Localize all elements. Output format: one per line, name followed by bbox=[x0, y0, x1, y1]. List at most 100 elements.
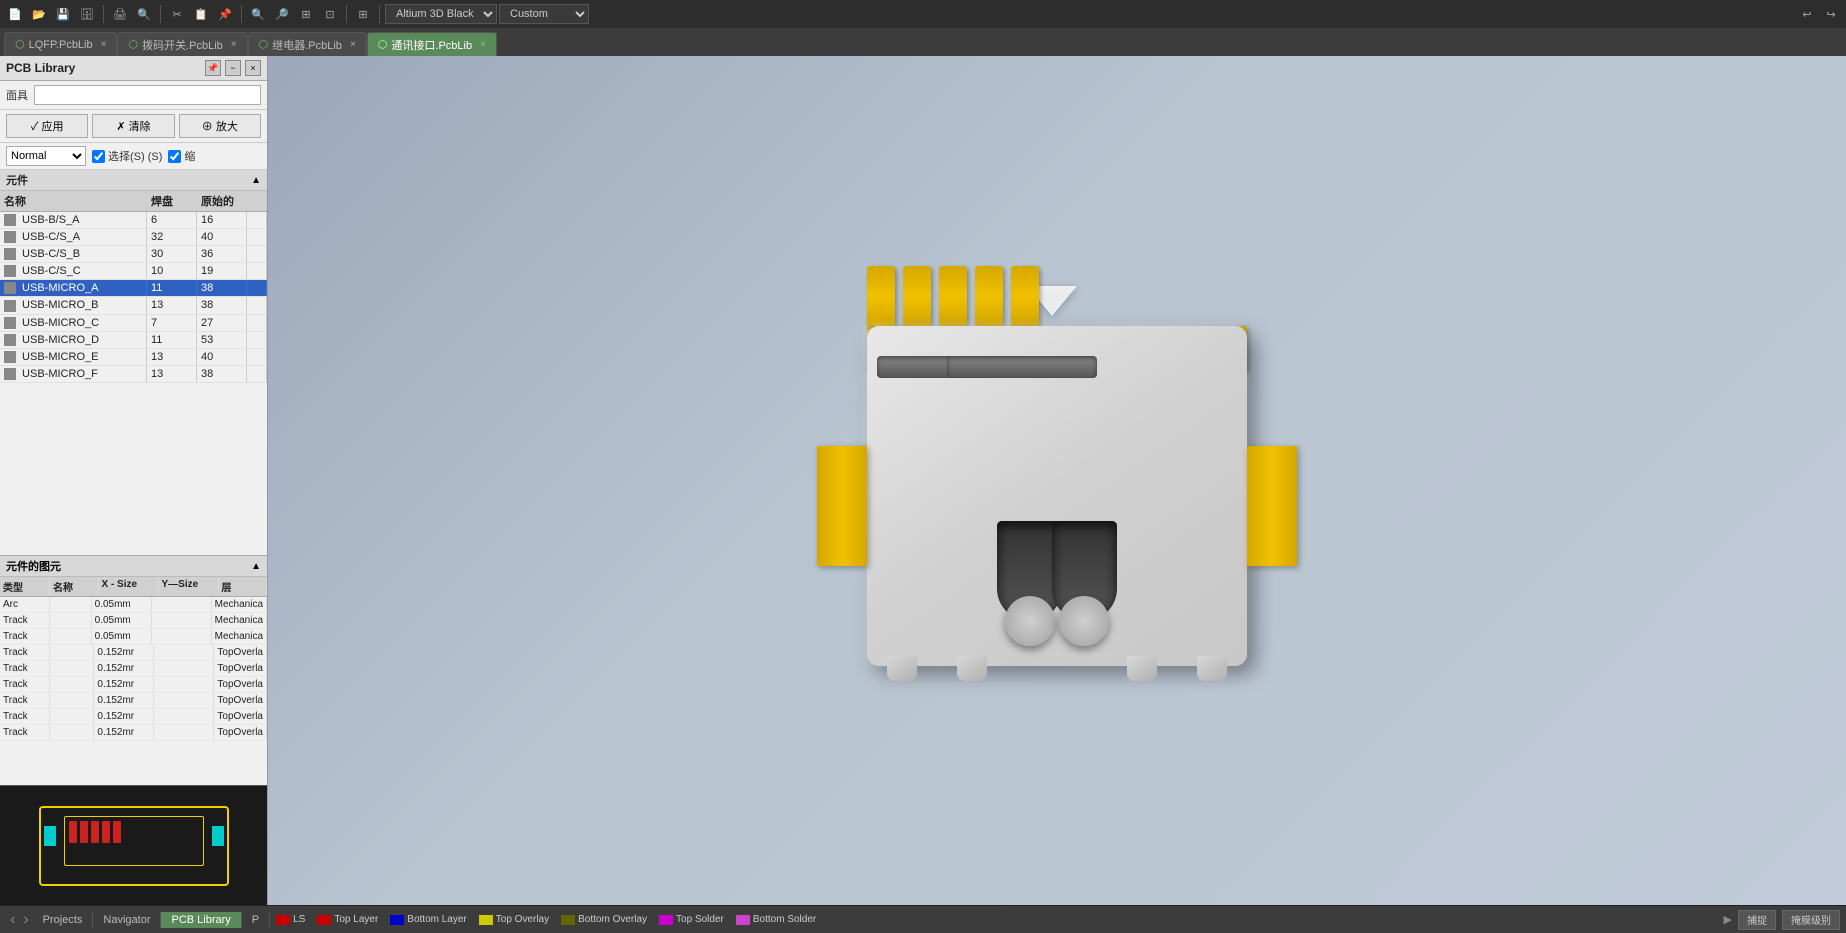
comp-cell-name: USB-MICRO_D bbox=[0, 332, 147, 348]
tab-relay-label: 继电器.PcbLib bbox=[272, 37, 342, 53]
mask-input[interactable] bbox=[34, 85, 261, 105]
tab-switch[interactable]: ⬡ 拨码开关.PcbLib × bbox=[117, 32, 247, 56]
graphics-expand-icon[interactable]: ▲ bbox=[251, 561, 261, 572]
preview-pin3 bbox=[91, 821, 99, 843]
layer-bottom-solder-label: Bottom Solder bbox=[753, 914, 816, 925]
gfx-cell-xsize: 0.05mm bbox=[92, 629, 152, 644]
checkbox-shrink[interactable] bbox=[168, 150, 181, 163]
tab-comms-label: 通讯接口.PcbLib bbox=[391, 37, 472, 53]
comp-row[interactable]: USB-B/S_A 6 16 bbox=[0, 212, 267, 229]
components-section: 元件 ▲ 名称 焊盘 原始的 USB-B/S_A 6 16 USB-C/ bbox=[0, 170, 267, 555]
copy-icon[interactable]: 📋 bbox=[190, 3, 212, 25]
status-tab-pcblib[interactable]: PCB Library bbox=[161, 912, 241, 928]
undo-icon[interactable]: ↩ bbox=[1796, 3, 1818, 25]
gfx-cell-type: Track bbox=[0, 677, 50, 692]
inner-cylinder-left bbox=[1005, 596, 1055, 646]
gfx-row[interactable]: Track 0.152mr TopOverla bbox=[0, 725, 267, 741]
tab-comms[interactable]: ⬡ 通讯接口.PcbLib × bbox=[367, 32, 497, 56]
layer-bottom-overlay[interactable]: Bottom Overlay bbox=[555, 914, 653, 925]
status-tab-p[interactable]: P bbox=[242, 912, 270, 928]
comp-row[interactable]: USB-MICRO_F 13 38 bbox=[0, 366, 267, 383]
pin2 bbox=[903, 266, 931, 326]
gfx-row[interactable]: Track 0.152mr TopOverla bbox=[0, 645, 267, 661]
checkbox-shrink-label[interactable]: 缩 bbox=[168, 148, 195, 164]
style-dropdown[interactable]: Custom bbox=[499, 4, 589, 24]
clear-button[interactable]: ✗ 清除 bbox=[92, 114, 174, 138]
print-icon[interactable]: 🖨 bbox=[109, 3, 131, 25]
connector-left-pad bbox=[817, 446, 867, 566]
panel-title: PCB Library bbox=[6, 61, 75, 75]
tab-relay[interactable]: ⬡ 继电器.PcbLib × bbox=[248, 32, 367, 56]
tab-switch-close[interactable]: × bbox=[231, 39, 237, 50]
zoom-select-icon[interactable]: ⊡ bbox=[319, 3, 341, 25]
checkbox-select-label[interactable]: 选择(S) (S) bbox=[92, 148, 162, 164]
col-pads: 焊盘 bbox=[147, 191, 197, 211]
comp-row[interactable]: USB-C/S_A 32 40 bbox=[0, 229, 267, 246]
tab-comms-close[interactable]: × bbox=[480, 39, 486, 50]
layer-top[interactable]: Top Layer bbox=[311, 914, 384, 925]
gfx-cell-ysize bbox=[154, 725, 214, 740]
cut-icon[interactable]: ✂ bbox=[166, 3, 188, 25]
print-preview-icon[interactable]: 🔍 bbox=[133, 3, 155, 25]
layer-bottom-solder[interactable]: Bottom Solder bbox=[730, 914, 822, 925]
panel-minimize-button[interactable]: − bbox=[225, 60, 241, 76]
inner-cylinder-right bbox=[1059, 596, 1109, 646]
gfx-cell-xsize: 0.152mr bbox=[94, 645, 154, 660]
checkbox-select[interactable] bbox=[92, 150, 105, 163]
layer-top-solder-label: Top Solder bbox=[676, 914, 724, 925]
theme-dropdown[interactable]: Altium 3D Black bbox=[385, 4, 497, 24]
gfx-row[interactable]: Track 0.152mr TopOverla bbox=[0, 677, 267, 693]
comp-expand-icon[interactable]: ▲ bbox=[251, 175, 261, 186]
comp-row[interactable]: USB-MICRO_C 7 27 bbox=[0, 315, 267, 332]
open-icon[interactable]: 📂 bbox=[28, 3, 50, 25]
gfx-row[interactable]: Track 0.05mm Mechanica bbox=[0, 613, 267, 629]
new-icon[interactable]: 📄 bbox=[4, 3, 26, 25]
nav-right-icon[interactable]: › bbox=[19, 911, 32, 929]
layer-top-solder[interactable]: Top Solder bbox=[653, 914, 730, 925]
view-area[interactable] bbox=[268, 56, 1846, 905]
gfx-cell-type: Track bbox=[0, 629, 50, 644]
tab-lqfp-label: LQFP.PcbLib bbox=[29, 39, 93, 51]
normal-select[interactable]: Normal bbox=[6, 146, 86, 166]
zoom-fit-icon[interactable]: ⊞ bbox=[295, 3, 317, 25]
gfx-row[interactable]: Track 0.152mr TopOverla bbox=[0, 661, 267, 677]
grid-icon[interactable]: ⊞ bbox=[352, 3, 374, 25]
paste-icon[interactable]: 📌 bbox=[214, 3, 236, 25]
gfx-row[interactable]: Arc 0.05mm Mechanica bbox=[0, 597, 267, 613]
panel-close-button[interactable]: × bbox=[245, 60, 261, 76]
mask-level-button[interactable]: 掩膜级别 bbox=[1782, 910, 1840, 930]
layer-top-overlay[interactable]: Top Overlay bbox=[473, 914, 555, 925]
tab-lqfp[interactable]: ⬡ LQFP.PcbLib × bbox=[4, 32, 117, 56]
gfx-row[interactable]: Track 0.152mr TopOverla bbox=[0, 693, 267, 709]
comp-row[interactable]: USB-MICRO_A 11 38 bbox=[0, 280, 267, 297]
status-tab-projects[interactable]: Projects bbox=[33, 912, 94, 928]
comp-row[interactable]: USB-C/S_C 10 19 bbox=[0, 263, 267, 280]
gfx-cell-name bbox=[50, 677, 94, 692]
save-all-icon[interactable]: 🗄 bbox=[76, 3, 98, 25]
comp-cell-name: USB-MICRO_C bbox=[0, 315, 147, 331]
comp-row[interactable]: USB-MICRO_E 13 40 bbox=[0, 349, 267, 366]
gfx-row[interactable]: Track 0.152mr TopOverla bbox=[0, 709, 267, 725]
snap-button[interactable]: 捕捉 bbox=[1738, 910, 1776, 930]
apply-button[interactable]: ✓ 应用 bbox=[6, 114, 88, 138]
tab-relay-close[interactable]: × bbox=[350, 39, 356, 50]
save-icon[interactable]: 💾 bbox=[52, 3, 74, 25]
comp-row[interactable]: USB-C/S_B 30 36 bbox=[0, 246, 267, 263]
layer-bottom[interactable]: Bottom Layer bbox=[384, 914, 472, 925]
comp-cell-primitives: 16 bbox=[197, 212, 247, 228]
zoom-in-icon[interactable]: 🔍 bbox=[247, 3, 269, 25]
status-right-arrow: ▶ bbox=[1724, 913, 1732, 926]
connector-bar-right bbox=[947, 356, 1097, 378]
zoom-button[interactable]: ⊕ 放大 bbox=[179, 114, 261, 138]
zoom-out-icon[interactable]: 🔎 bbox=[271, 3, 293, 25]
panel-pin-button[interactable]: 📌 bbox=[205, 60, 221, 76]
nav-left-icon[interactable]: ‹ bbox=[6, 911, 19, 929]
redo-icon[interactable]: ↪ bbox=[1820, 3, 1842, 25]
comp-cell-name: USB-MICRO_E bbox=[0, 349, 147, 365]
comp-row[interactable]: USB-MICRO_D 11 53 bbox=[0, 332, 267, 349]
comp-cell-pads: 7 bbox=[147, 315, 197, 331]
comp-row[interactable]: USB-MICRO_B 13 38 bbox=[0, 297, 267, 314]
tab-lqfp-close[interactable]: × bbox=[101, 39, 107, 50]
gfx-row[interactable]: Track 0.05mm Mechanica bbox=[0, 629, 267, 645]
status-tab-navigator[interactable]: Navigator bbox=[93, 912, 161, 928]
